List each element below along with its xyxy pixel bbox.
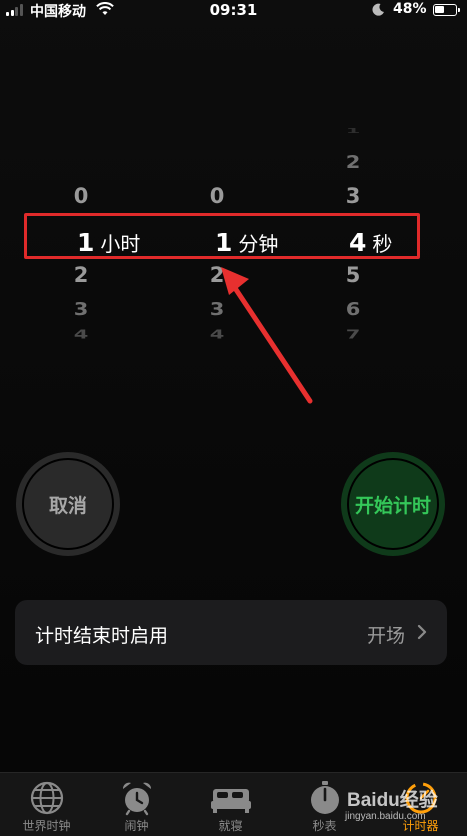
start-timer-button[interactable]: 开始计时 [341,452,445,556]
tab-bedtime[interactable]: 就寝 [184,779,277,835]
seconds-option[interactable]: 3 [308,186,398,207]
when-timer-ends-value: 开场 [366,625,405,647]
hours-option[interactable]: 0 [36,186,126,207]
chevron-right-icon [417,624,427,644]
tab-timer-label: 计时器 [402,819,439,833]
selected-row-highlight: 1 小时 1 分钟 4秒 [24,213,420,259]
minutes-unit-label: 分钟 [238,232,279,256]
hours-unit-label: 小时 [100,232,141,256]
cancel-button[interactable]: 取消 [16,452,120,556]
globe-icon [0,779,93,817]
seconds-option[interactable]: 7 [308,328,398,341]
selected-minutes-value: 1 [215,228,233,257]
selected-minutes[interactable]: 1 分钟 [215,228,278,257]
timer-screen: 中国移动 09:31 48% 0 2 3 4 0 2 3 4 1 2 3 5 6… [0,0,467,836]
status-bar: 中国移动 09:31 48% [0,0,467,22]
annotation-arrow-icon [221,267,313,404]
when-timer-ends-row[interactable]: 计时结束时启用 开场 [15,600,447,665]
tab-stopwatch[interactable]: 秒表 [278,779,371,835]
selected-hours-value: 1 [77,228,95,257]
moon-icon [372,3,385,20]
hours-option[interactable]: 4 [36,328,126,341]
battery-percent: 48% [393,1,427,17]
selected-hours[interactable]: 1 小时 [77,228,140,257]
selected-seconds[interactable]: 4秒 [349,228,392,257]
tab-alarm-label: 闹钟 [124,819,149,833]
stopwatch-icon [278,779,371,817]
cancel-button-label: 取消 [22,458,114,550]
seconds-option[interactable]: 2 [308,153,398,172]
tab-world-clock-label: 世界时钟 [22,819,71,833]
timer-icon [374,779,467,817]
selected-seconds-value: 4 [349,228,367,257]
tab-bedtime-label: 就寝 [218,819,243,833]
hours-option[interactable]: 2 [36,265,126,286]
seconds-option[interactable]: 6 [308,300,398,319]
battery-icon [433,4,460,16]
start-timer-button-label: 开始计时 [347,458,439,550]
when-timer-ends-label: 计时结束时启用 [35,625,169,647]
minutes-option[interactable]: 0 [172,186,262,207]
hours-option[interactable]: 3 [36,300,126,319]
tab-world-clock[interactable]: 世界时钟 [0,779,93,835]
seconds-option[interactable]: 5 [308,265,398,286]
bed-icon [184,779,277,817]
tab-stopwatch-label: 秒表 [312,819,337,833]
seconds-option[interactable]: 1 [308,127,398,134]
seconds-unit-label: 秒 [372,232,393,256]
tab-timer[interactable]: 计时器 [374,779,467,835]
tab-bar: 世界时钟 闹钟 就寝 秒表 计时器 [0,772,467,836]
tab-alarm[interactable]: 闹钟 [90,779,183,835]
alarm-clock-icon [90,779,183,817]
